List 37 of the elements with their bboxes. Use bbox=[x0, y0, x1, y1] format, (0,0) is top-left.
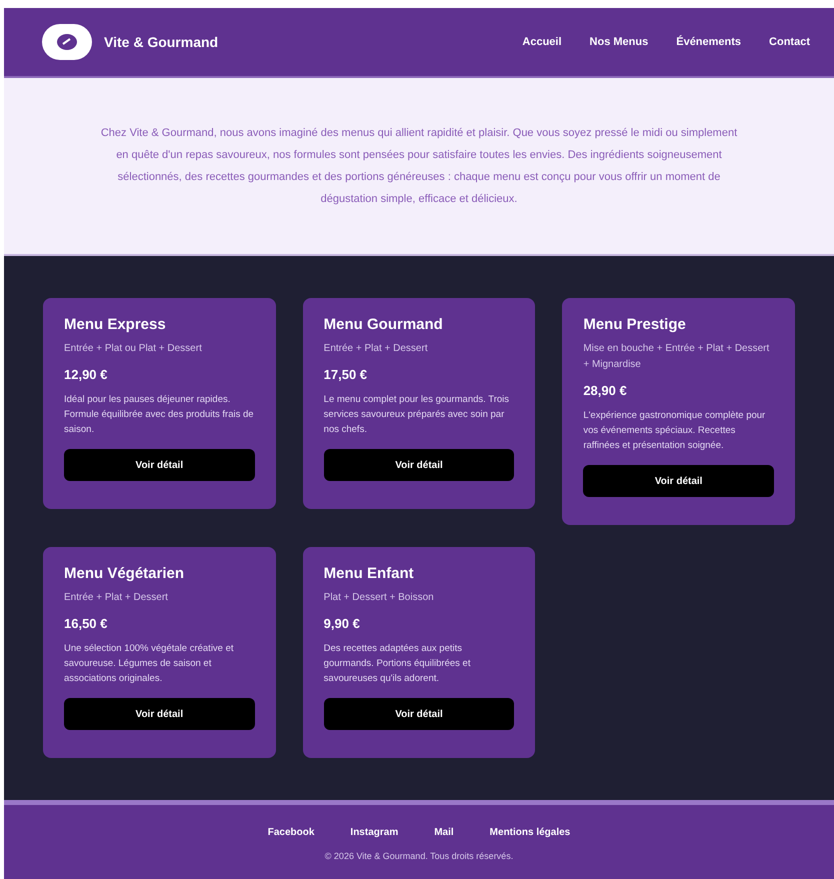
nav-link[interactable]: Événements bbox=[676, 34, 742, 50]
menu-description: Idéal pour les pauses déjeuner rapides. Formule équilibrée avec des produits frais de saison. bbox=[64, 393, 255, 437]
menu-formula: Plat + Dessert + Boisson bbox=[324, 590, 435, 604]
menu-description: Des recettes adaptées aux petits gourmands. Portions équilibrées et savoureuses qu'ils adorent. bbox=[324, 642, 472, 686]
menu-formula: Entrée + Plat + Dessert bbox=[324, 342, 429, 356]
nav-link[interactable]: Accueil bbox=[522, 34, 562, 50]
nav-link[interactable]: Nos Menus bbox=[590, 34, 648, 50]
menu-title: Menu Gourmand bbox=[324, 315, 444, 335]
footer-link[interactable]: Facebook bbox=[268, 825, 314, 840]
detail-button[interactable]: Voir détail bbox=[324, 698, 514, 730]
footer-link[interactable]: Mentions légales bbox=[490, 825, 570, 840]
menu-price: 12,90 € bbox=[64, 366, 108, 384]
menu-formula: Mise en bouche + Entrée + Plat + Dessert + Mignardise bbox=[583, 342, 770, 372]
menu-formula: Entrée + Plat + Dessert bbox=[64, 590, 169, 604]
menu-price: 28,90 € bbox=[583, 382, 628, 400]
menu-description: Une sélection 100% végétale créative et savoureuse. Légumes de saison et associations originales. bbox=[64, 642, 235, 686]
menu-price: 16,50 € bbox=[64, 614, 108, 632]
footer-link[interactable]: Instagram bbox=[350, 825, 398, 840]
intro-text: Chez Vite & Gourmand, nous avons imaginé des menus qui allient rapidité et plaisir. Que vous soyez pressé le midi ou simplement en quête d'un repas savoureux, nos formules sont pensées pour satisfaire toutes les envies. Des ingrédients soigneusement sélectionnés, des recettes gourmandes et des portions généreuses : chaque menu est conçu pour vous offrir un moment de dégustation simple, efficace et délicieux. bbox=[100, 126, 738, 207]
menu-price: 9,90 € bbox=[324, 614, 361, 632]
logo-icon[interactable] bbox=[42, 24, 92, 60]
detail-button[interactable]: Voir détail bbox=[583, 465, 774, 497]
nav-link[interactable]: Contact bbox=[769, 34, 810, 50]
menu-description: L'expérience gastronomique complète pour vos événements spéciaux. Recettes raffinées et présentation soignée. bbox=[583, 409, 766, 453]
detail-button[interactable]: Voir détail bbox=[64, 698, 255, 730]
menu-title: Menu Végétarien bbox=[64, 564, 186, 584]
detail-button[interactable]: Voir détail bbox=[324, 449, 514, 481]
menu-price: 17,50 € bbox=[324, 366, 368, 384]
menu-title: Menu Enfant bbox=[324, 564, 415, 584]
menu-title: Menu Express bbox=[64, 315, 167, 335]
menu-formula: Entrée + Plat ou Plat + Dessert bbox=[64, 342, 203, 356]
menu-title: Menu Prestige bbox=[583, 315, 687, 335]
detail-button[interactable]: Voir détail bbox=[64, 449, 255, 481]
copyright-text: © 2026 Vite & Gourmand. Tous droits réservés. bbox=[324, 850, 514, 863]
brand-name: Vite & Gourmand bbox=[104, 32, 218, 52]
menu-description: Le menu complet pour les gourmands. Trois services savoureux préparés avec soin par nos chefs. bbox=[324, 393, 510, 437]
footer-link[interactable]: Mail bbox=[434, 825, 454, 840]
